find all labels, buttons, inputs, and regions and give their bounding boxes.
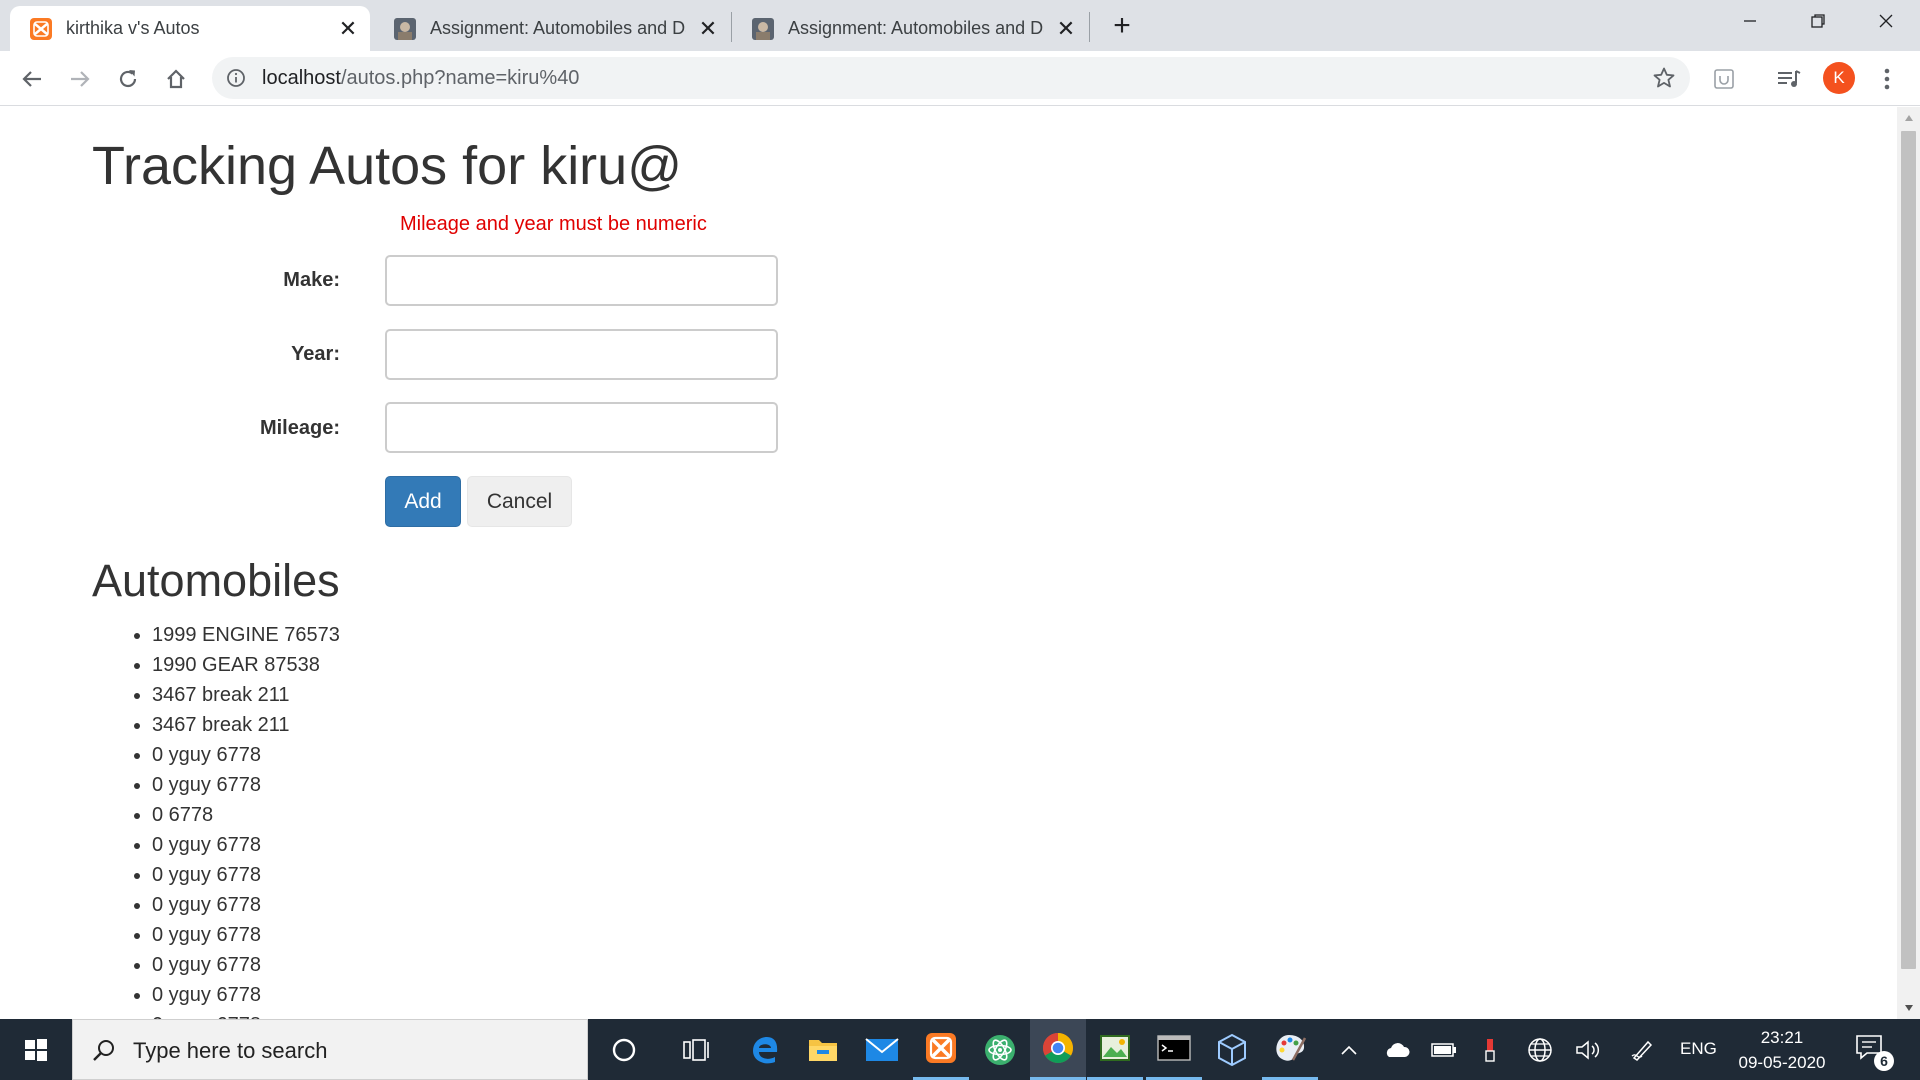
mileage-label: Mileage:	[259, 417, 340, 439]
image-viewer-icon[interactable]	[1087, 1019, 1143, 1080]
file-explorer-icon[interactable]	[795, 1019, 851, 1080]
tab-title: Assignment: Automobiles and Da	[788, 18, 1044, 38]
list-item: 1999 ENGINE 76573	[152, 620, 340, 650]
chrome-icon[interactable]	[1030, 1019, 1086, 1080]
taskbar-clock[interactable]: 23:21 09-05-2020	[1728, 1025, 1836, 1075]
list-item: 0 yguy 6778	[152, 830, 340, 860]
add-button[interactable]: Add	[385, 476, 461, 527]
menu-icon[interactable]	[1873, 65, 1901, 93]
star-icon[interactable]	[1652, 66, 1676, 90]
tab-close-icon[interactable]: ✕	[696, 16, 720, 41]
task-view-icon[interactable]	[668, 1019, 724, 1080]
coursera-avatar-favicon-icon	[394, 17, 416, 40]
windows-start-icon[interactable]	[0, 1019, 72, 1080]
extension-icon[interactable]	[1710, 65, 1738, 93]
network-globe-icon[interactable]	[1522, 1019, 1558, 1080]
clock-date: 09-05-2020	[1738, 1053, 1826, 1072]
mail-icon[interactable]	[854, 1019, 910, 1080]
onedrive-cloud-icon[interactable]	[1378, 1019, 1414, 1080]
forward-arrow-icon[interactable]	[64, 63, 96, 95]
media-icon[interactable]	[1775, 65, 1803, 93]
year-label: Year:	[291, 343, 340, 365]
list-item: 0 yguy 6778	[152, 740, 340, 770]
tab-autos[interactable]: kirthika v's Autos ✕	[10, 6, 370, 51]
automobiles-heading: Automobiles	[92, 555, 340, 606]
tab-assignment-2[interactable]: Assignment: Automobiles and Da ✕	[732, 6, 1088, 51]
list-item: 0 yguy 6778	[152, 890, 340, 920]
tab-strip: kirthika v's Autos ✕ Assignment: Automob…	[0, 0, 1920, 51]
search-placeholder: Type here to search	[133, 1038, 328, 1063]
reload-icon[interactable]	[112, 63, 144, 95]
automobiles-list: 1999 ENGINE 76573 1990 GEAR 87538 3467 b…	[152, 620, 340, 1019]
usb-device-icon[interactable]	[1478, 1019, 1502, 1080]
taskbar-search-box[interactable]: Type here to search	[72, 1019, 588, 1080]
url-path: /autos.php?name=kiru%40	[340, 67, 580, 89]
clock-time: 23:21	[1760, 1028, 1804, 1047]
list-item: 0 yguy 6778	[152, 770, 340, 800]
action-center-icon[interactable]: 6	[1854, 1033, 1894, 1071]
minimize-icon[interactable]	[1716, 0, 1784, 42]
error-message: Mileage and year must be numeric	[400, 213, 707, 235]
make-input[interactable]	[385, 255, 778, 306]
address-bar[interactable]: localhost/autos.php?name=kiru%40	[212, 57, 1690, 99]
xampp-icon[interactable]	[913, 1019, 969, 1080]
pen-workspace-icon[interactable]	[1624, 1019, 1660, 1080]
atom-editor-icon[interactable]	[972, 1019, 1028, 1080]
xampp-favicon-icon	[30, 17, 52, 40]
list-item: 3467 break 211	[152, 710, 340, 740]
virtualbox-icon[interactable]	[1204, 1019, 1260, 1080]
tab-assignment-1[interactable]: Assignment: Automobiles and Da ✕	[374, 6, 730, 51]
paint-icon[interactable]	[1262, 1019, 1318, 1080]
notification-count-badge: 6	[1874, 1051, 1894, 1071]
back-arrow-icon[interactable]	[16, 63, 48, 95]
page-scrollbar[interactable]	[1897, 107, 1920, 1019]
info-icon[interactable]	[226, 68, 246, 88]
list-item: 1990 GEAR 87538	[152, 650, 340, 680]
close-window-icon[interactable]	[1852, 0, 1920, 42]
make-label: Make:	[283, 269, 340, 291]
tab-title: kirthika v's Autos	[66, 18, 200, 38]
command-prompt-icon[interactable]	[1146, 1019, 1202, 1080]
input-language[interactable]: ENG	[1680, 1039, 1717, 1059]
page-content: Tracking Autos for kiru@ Mileage and yea…	[0, 107, 1897, 1019]
list-item: 0 yguy 6778	[152, 950, 340, 980]
url-text: localhost/autos.php?name=kiru%40	[262, 67, 579, 90]
list-item: 0 yguy 6778	[152, 860, 340, 890]
browser-toolbar: localhost/autos.php?name=kiru%40 K	[0, 51, 1920, 106]
list-item: 0 yguy 6778	[152, 920, 340, 950]
home-icon[interactable]	[160, 63, 192, 95]
show-hidden-icons-chevron-up-icon[interactable]	[1334, 1019, 1364, 1080]
list-item: 0 yguy 6778	[152, 1010, 340, 1019]
new-tab-plus-icon[interactable]: +	[1107, 11, 1137, 42]
scroll-thumb[interactable]	[1901, 131, 1916, 969]
coursera-avatar-favicon-icon	[752, 17, 774, 40]
restore-icon[interactable]	[1784, 0, 1852, 42]
scroll-down-arrow-icon[interactable]	[1897, 997, 1920, 1019]
mileage-input[interactable]	[385, 402, 778, 453]
tab-title: Assignment: Automobiles and Da	[430, 18, 686, 38]
list-item: 0 6778	[152, 800, 340, 830]
scroll-up-arrow-icon[interactable]	[1897, 107, 1920, 129]
page-title: Tracking Autos for kiru@	[92, 136, 683, 196]
battery-icon[interactable]	[1426, 1019, 1462, 1080]
windows-taskbar: Type here to search ENG 23:21 09-05-2020…	[0, 1019, 1920, 1080]
tab-close-icon[interactable]: ✕	[336, 16, 360, 41]
cancel-button[interactable]: Cancel	[467, 476, 572, 527]
profile-avatar[interactable]: K	[1823, 62, 1855, 94]
year-input[interactable]	[385, 329, 778, 380]
search-icon	[93, 1040, 114, 1061]
list-item: 0 yguy 6778	[152, 980, 340, 1010]
tab-close-icon[interactable]: ✕	[1054, 16, 1078, 41]
volume-icon[interactable]	[1570, 1019, 1606, 1080]
url-host: localhost	[262, 67, 341, 89]
edge-browser-icon[interactable]	[737, 1019, 793, 1080]
tab-separator	[1089, 12, 1090, 42]
list-item: 3467 break 211	[152, 680, 340, 710]
cortana-icon[interactable]	[596, 1019, 652, 1080]
